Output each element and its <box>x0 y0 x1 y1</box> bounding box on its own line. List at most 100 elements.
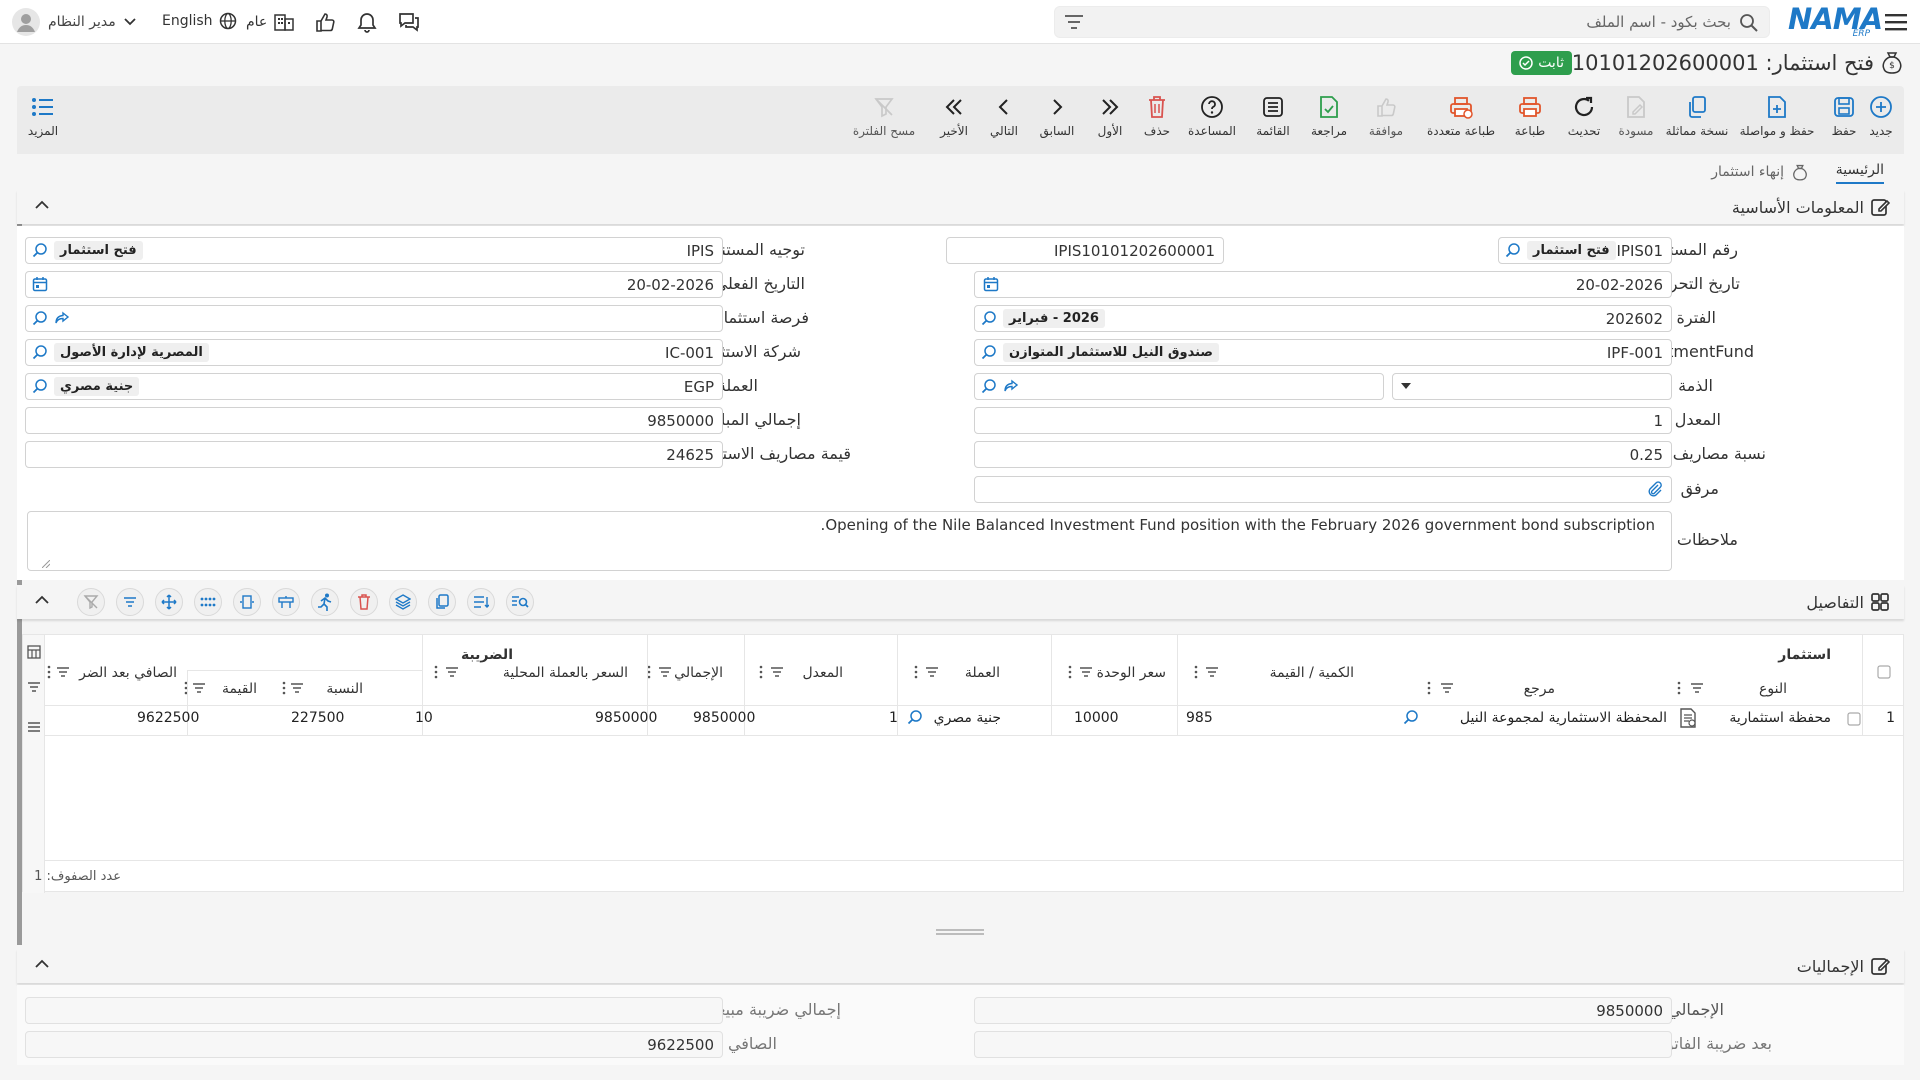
global-search[interactable] <box>1054 6 1770 38</box>
cell-net[interactable]: 9622500 <box>137 710 199 726</box>
col-type-header[interactable]: النوع <box>1759 681 1787 697</box>
refresh-button[interactable]: تحديث <box>1566 94 1602 138</box>
list-button[interactable]: القائمة <box>1250 94 1296 138</box>
attachment-field[interactable] <box>974 476 1672 503</box>
save-button[interactable]: حفظ <box>1824 94 1864 138</box>
doc-dir-field[interactable]: IPIS فتح استثمار <box>25 237 723 264</box>
grid-fit-button[interactable] <box>233 588 261 616</box>
col-ref-header[interactable]: مرجع <box>1524 681 1555 697</box>
tab-end-investment[interactable]: إنهاء استثمار <box>1711 162 1810 182</box>
column-menu-icon[interactable] <box>1068 665 1072 679</box>
date-field[interactable]: 20-02-2026 <box>974 271 1672 298</box>
select-all-checkbox[interactable] <box>1877 665 1891 679</box>
next-button[interactable]: التالي <box>984 94 1024 138</box>
column-menu-icon[interactable] <box>47 665 51 679</box>
menu-lines-icon[interactable] <box>27 721 41 733</box>
currency-field[interactable]: EGP جنية مصري <box>25 373 723 400</box>
first-button[interactable]: الأول <box>1090 94 1130 138</box>
account-type-select[interactable] <box>1392 373 1672 400</box>
grid-clear-filter-button[interactable] <box>77 588 105 616</box>
lookup-icon[interactable] <box>32 344 48 360</box>
column-filter-icon[interactable] <box>291 683 303 693</box>
grid-table-button[interactable] <box>272 588 300 616</box>
notes-textarea[interactable]: Opening of the Nile Balanced Investment … <box>27 511 1672 571</box>
details-header[interactable]: التفاصيل <box>17 585 1904 619</box>
col-tax-pct-header[interactable]: النسبة <box>326 681 363 697</box>
column-filter-icon[interactable] <box>926 667 938 677</box>
col-net-header[interactable]: الصافي بعد الضر <box>79 665 177 681</box>
hamburger-menu-icon[interactable] <box>1884 10 1908 34</box>
col-currency-header[interactable]: العملة <box>965 665 1000 681</box>
cell-type[interactable]: محفظة استثمارية <box>1729 710 1831 726</box>
filter-lines-icon[interactable] <box>27 681 41 693</box>
approve-button[interactable]: موافقة <box>1362 94 1410 138</box>
fund-field[interactable]: IPF-001 صندوق النيل للاستثمار المتوازن <box>974 339 1672 366</box>
column-menu-icon[interactable] <box>759 665 763 679</box>
column-menu-icon[interactable] <box>914 665 918 679</box>
filter-icon[interactable] <box>1065 14 1083 30</box>
save-continue-button[interactable]: حفظ و مواصلة <box>1738 94 1816 138</box>
col-unit-price-header[interactable]: سعر الوحدة <box>1097 665 1166 681</box>
review-button[interactable]: مراجعة <box>1306 94 1352 138</box>
last-button[interactable]: الأخير <box>934 94 974 138</box>
grid-run-button[interactable] <box>311 588 339 616</box>
column-filter-icon[interactable] <box>57 667 69 677</box>
expense-ratio-field[interactable]: 0.25 <box>974 441 1672 468</box>
column-filter-icon[interactable] <box>1441 683 1453 693</box>
period-field[interactable]: 202602 2026 - فبراير <box>974 305 1672 332</box>
cell-unit-price[interactable]: 985 <box>1186 710 1213 726</box>
doc-no-prefix-field[interactable]: IPIS01 فتح استثمار <box>1498 237 1672 264</box>
basic-info-header[interactable]: المعلومات الأساسية <box>17 190 1904 224</box>
lookup-icon[interactable] <box>981 344 997 360</box>
print-button[interactable]: طباعة <box>1510 94 1550 138</box>
bell-icon[interactable] <box>354 9 380 35</box>
language-switch[interactable]: English <box>162 12 237 30</box>
search-icon[interactable] <box>1739 13 1759 33</box>
prev-button[interactable]: السابق <box>1034 94 1080 138</box>
col-local-price-header[interactable]: السعر بالعملة المحلية <box>503 665 628 681</box>
cell-tax-value[interactable]: 227500 <box>291 710 344 726</box>
lookup-icon[interactable] <box>1403 709 1419 725</box>
cell-tax-pct[interactable]: 10 <box>415 710 433 726</box>
more-button[interactable]: المزيد <box>25 94 61 138</box>
nama-logo[interactable]: NAMA ERP <box>1788 4 1883 40</box>
calendar-icon[interactable] <box>32 276 48 292</box>
grid-layers-button[interactable] <box>389 588 417 616</box>
lookup-icon[interactable] <box>907 709 923 725</box>
column-filter-icon[interactable] <box>193 683 205 693</box>
total-amount-field[interactable]: 9850000 <box>25 407 723 434</box>
rate-field[interactable]: 1 <box>974 407 1672 434</box>
search-input[interactable] <box>1131 7 1731 37</box>
multi-print-button[interactable]: طباعة متعددة <box>1422 94 1500 138</box>
grid-delete-button[interactable] <box>350 588 378 616</box>
drag-handle[interactable] <box>936 928 984 936</box>
col-total-header[interactable]: الإجمالي <box>674 665 723 681</box>
lookup-icon[interactable] <box>32 242 48 258</box>
column-menu-icon[interactable] <box>282 681 286 695</box>
share-icon[interactable] <box>1003 378 1019 394</box>
actual-date-field[interactable]: 20-02-2026 <box>25 271 723 298</box>
col-qty-header[interactable]: الكمية / القيمة <box>1270 665 1354 681</box>
expense-value-field[interactable]: 24625 <box>25 441 723 468</box>
column-filter-icon[interactable] <box>659 667 671 677</box>
new-button[interactable]: جديد <box>1858 94 1904 138</box>
column-menu-icon[interactable] <box>434 665 438 679</box>
lookup-icon[interactable] <box>32 310 48 326</box>
draft-button[interactable]: مسودة <box>1616 94 1656 138</box>
calendar-icon[interactable] <box>983 276 999 292</box>
opportunity-field[interactable] <box>25 305 723 332</box>
document-icon[interactable] <box>1677 707 1699 729</box>
resize-handle-icon[interactable] <box>42 560 50 568</box>
column-filter-icon[interactable] <box>1080 667 1092 677</box>
grid-move-button[interactable] <box>155 588 183 616</box>
cell-qty[interactable]: 10000 <box>1074 710 1119 726</box>
grid-filter-button[interactable] <box>116 588 144 616</box>
cell-currency[interactable]: جنية مصري <box>934 710 1001 726</box>
column-filter-icon[interactable] <box>1691 683 1703 693</box>
delete-button[interactable]: حذف <box>1140 94 1174 138</box>
account-field[interactable] <box>974 373 1384 400</box>
grid-copy-button[interactable] <box>428 588 456 616</box>
column-menu-icon[interactable] <box>1677 681 1681 695</box>
paperclip-icon[interactable] <box>1647 481 1663 497</box>
cell-local-price[interactable]: 9850000 <box>595 710 657 726</box>
